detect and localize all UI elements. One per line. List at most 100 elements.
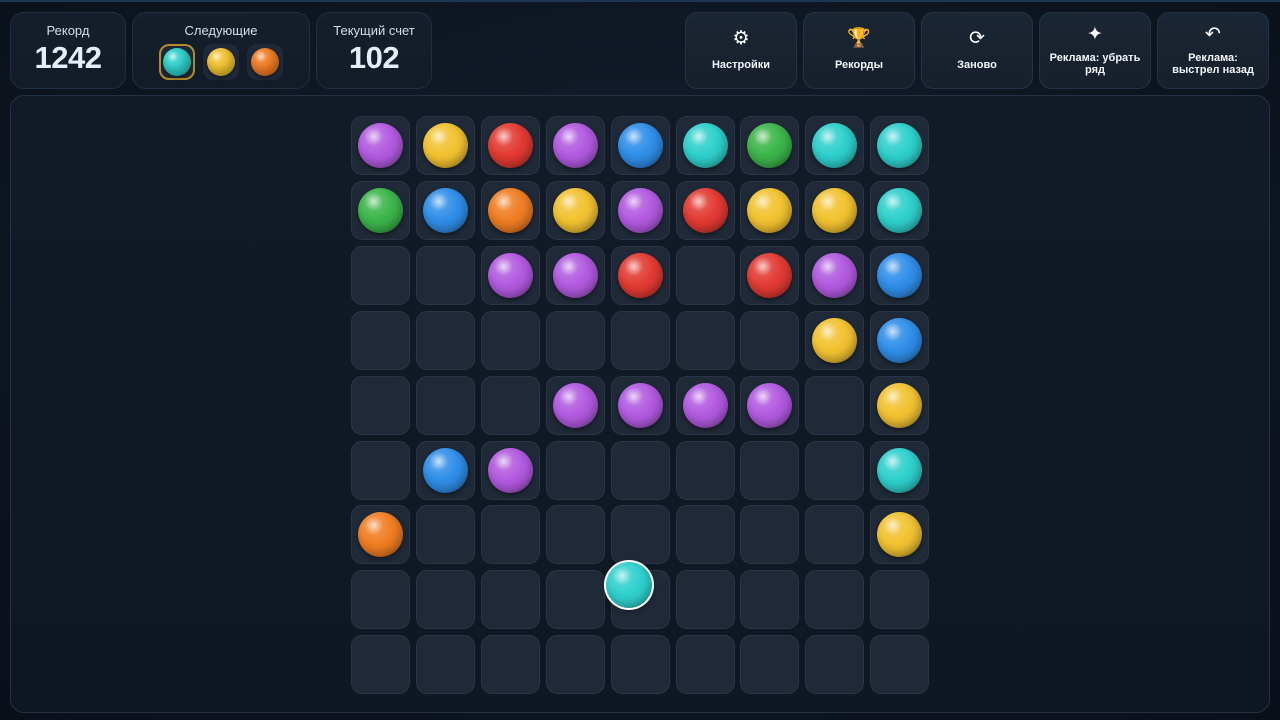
grid-cell[interactable] [610, 180, 670, 240]
grid-cell[interactable] [610, 505, 670, 565]
grid-cell[interactable] [610, 375, 670, 435]
grid-cell[interactable] [675, 570, 735, 630]
grid-cell[interactable] [351, 180, 410, 240]
grid-cell[interactable] [415, 180, 475, 240]
grid-cell[interactable] [415, 310, 475, 370]
grid-cell[interactable] [415, 570, 475, 630]
grid-cell[interactable] [351, 116, 410, 175]
grid-cell[interactable] [351, 375, 410, 435]
grid-cell[interactable] [545, 116, 605, 175]
grid-cell[interactable] [415, 375, 475, 435]
grid-cell[interactable] [480, 440, 540, 500]
grid-cell[interactable] [545, 505, 605, 565]
grid-cell[interactable] [740, 440, 800, 500]
grid-cell[interactable] [870, 116, 930, 175]
grid-cell[interactable] [805, 440, 865, 500]
grid-cell[interactable] [805, 180, 865, 240]
grid-cell[interactable] [740, 310, 800, 370]
grid-cell[interactable] [351, 635, 410, 695]
next-ball-slot [203, 44, 239, 80]
grid-cell[interactable] [870, 245, 930, 305]
grid-cell[interactable] [480, 180, 540, 240]
grid-cell[interactable] [545, 245, 605, 305]
ball-red [747, 252, 793, 298]
grid-cell[interactable] [740, 180, 800, 240]
grid-cell[interactable] [805, 635, 865, 695]
grid-cell[interactable] [740, 570, 800, 630]
grid-cell[interactable] [805, 570, 865, 630]
grid-cell[interactable] [675, 505, 735, 565]
grid-cell[interactable] [545, 570, 605, 630]
game-board[interactable] [10, 95, 1270, 713]
grid-cell[interactable] [545, 310, 605, 370]
grid-cell[interactable] [415, 245, 475, 305]
button-label: Реклама: выстрел назад [1172, 52, 1254, 76]
grid-cell[interactable] [870, 570, 930, 630]
grid-cell[interactable] [805, 116, 865, 175]
ball-purple [552, 382, 598, 428]
grid-cell[interactable] [740, 635, 800, 695]
grid-cell[interactable] [610, 310, 670, 370]
grid-cell[interactable] [480, 635, 540, 695]
ad-undo-shot-button[interactable]: ↶ Реклама: выстрел назад [1157, 12, 1269, 89]
grid-cell[interactable] [675, 116, 735, 175]
grid-cell[interactable] [480, 245, 540, 305]
grid-cell[interactable] [870, 440, 930, 500]
button-label: Заново [957, 59, 997, 71]
grid-cell[interactable] [545, 375, 605, 435]
grid-cell[interactable] [610, 116, 670, 175]
grid-cell[interactable] [870, 310, 930, 370]
gear-icon: ⚙ [732, 28, 750, 49]
grid-cell[interactable] [870, 180, 930, 240]
grid-cell[interactable] [351, 310, 410, 370]
trophy-icon: 🏆 [847, 28, 871, 49]
grid-cell[interactable] [351, 570, 410, 630]
grid-cell[interactable] [545, 180, 605, 240]
grid-cell[interactable] [740, 245, 800, 305]
ball-red [617, 252, 663, 298]
grid-cell[interactable] [675, 245, 735, 305]
grid-cell[interactable] [415, 440, 475, 500]
grid-cell[interactable] [675, 375, 735, 435]
shooter-ball[interactable] [606, 562, 652, 608]
grid-cell[interactable] [351, 440, 410, 500]
grid-cell[interactable] [675, 635, 735, 695]
grid-cell[interactable] [415, 635, 475, 695]
grid-cell[interactable] [805, 245, 865, 305]
ad-remove-row-button[interactable]: ✦ Реклама: убрать ряд [1039, 12, 1151, 89]
grid-cell[interactable] [545, 635, 605, 695]
grid-cell[interactable] [351, 245, 410, 305]
restart-button[interactable]: ⟳ Заново [921, 12, 1033, 89]
grid-cell[interactable] [740, 375, 800, 435]
ball-purple [358, 123, 403, 168]
grid-cell[interactable] [415, 116, 475, 175]
next-ball-yellow [207, 48, 235, 76]
records-button[interactable]: 🏆 Рекорды [803, 12, 915, 89]
grid-cell[interactable] [870, 505, 930, 565]
grid-cell[interactable] [805, 505, 865, 565]
grid-cell[interactable] [480, 570, 540, 630]
grid-cell[interactable] [351, 505, 410, 565]
grid-cell[interactable] [740, 116, 800, 175]
ball-grid[interactable] [351, 116, 930, 695]
grid-cell[interactable] [610, 440, 670, 500]
grid-cell[interactable] [675, 310, 735, 370]
button-label: Рекорды [834, 59, 884, 71]
next-ball-orange [251, 48, 279, 76]
grid-cell[interactable] [480, 116, 540, 175]
grid-cell[interactable] [675, 180, 735, 240]
grid-cell[interactable] [545, 440, 605, 500]
grid-cell[interactable] [610, 635, 670, 695]
grid-cell[interactable] [480, 310, 540, 370]
grid-cell[interactable] [740, 505, 800, 565]
grid-cell[interactable] [675, 440, 735, 500]
grid-cell[interactable] [480, 375, 540, 435]
grid-cell[interactable] [870, 375, 930, 435]
grid-cell[interactable] [805, 375, 865, 435]
settings-button[interactable]: ⚙ Настройки [685, 12, 797, 89]
grid-cell[interactable] [805, 310, 865, 370]
grid-cell[interactable] [610, 245, 670, 305]
grid-cell[interactable] [480, 505, 540, 565]
grid-cell[interactable] [870, 635, 930, 695]
grid-cell[interactable] [415, 505, 475, 565]
